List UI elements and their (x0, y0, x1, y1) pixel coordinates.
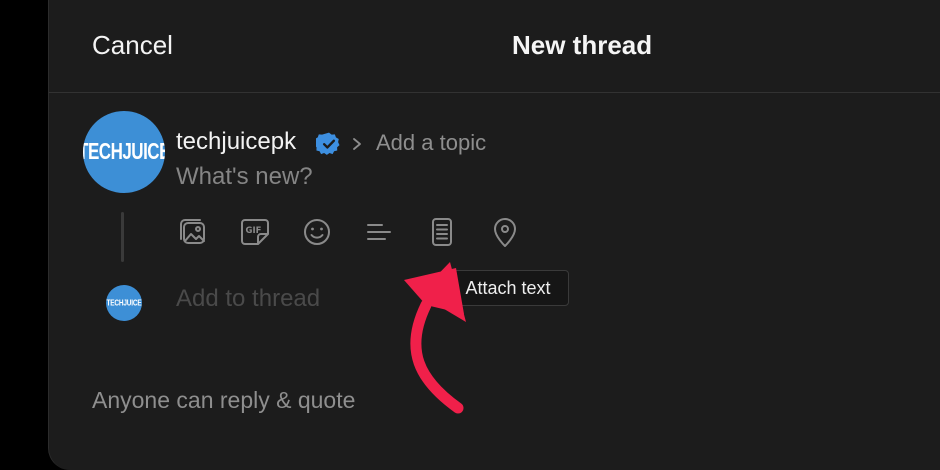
user-avatar: TECHJUICE (83, 111, 165, 193)
new-thread-dialog: Cancel New thread TECHJUICE techjuicepk … (48, 0, 940, 470)
dialog-title: New thread (512, 30, 653, 60)
emoji-icon (304, 219, 330, 245)
location-pin-icon (494, 218, 516, 247)
dialog-header: Cancel New thread (49, 0, 940, 93)
add-topic-input[interactable]: Add a topic (376, 130, 486, 156)
gif-icon: GIF (241, 219, 269, 245)
red-arrow-annotation-icon (404, 262, 466, 414)
thread-body-input[interactable]: What's new? (176, 163, 313, 191)
avatar-logo-text: TECHJUICE (83, 138, 165, 165)
verified-badge-icon (316, 132, 340, 155)
chevron-right-icon (353, 138, 361, 150)
attach-text-button[interactable] (424, 214, 460, 250)
poll-lines-icon (367, 224, 391, 240)
poll-button[interactable] (361, 214, 397, 250)
location-button[interactable] (487, 214, 523, 250)
add-to-thread-input[interactable]: Add to thread (176, 285, 320, 313)
image-gallery-icon (180, 219, 205, 244)
thread-connector-line (121, 212, 124, 262)
avatar-logo-text: TECHJUICE (106, 298, 142, 308)
username: techjuicepk (176, 128, 297, 155)
svg-text:GIF: GIF (246, 226, 262, 236)
attach-media-button[interactable] (175, 214, 211, 250)
emoji-button[interactable] (299, 214, 335, 250)
document-icon (432, 218, 452, 246)
reply-setting-button[interactable]: Anyone can reply & quote (92, 387, 355, 414)
gif-button[interactable]: GIF (237, 214, 273, 250)
add-thread-avatar: TECHJUICE (106, 285, 142, 321)
cancel-button[interactable]: Cancel (92, 30, 173, 61)
